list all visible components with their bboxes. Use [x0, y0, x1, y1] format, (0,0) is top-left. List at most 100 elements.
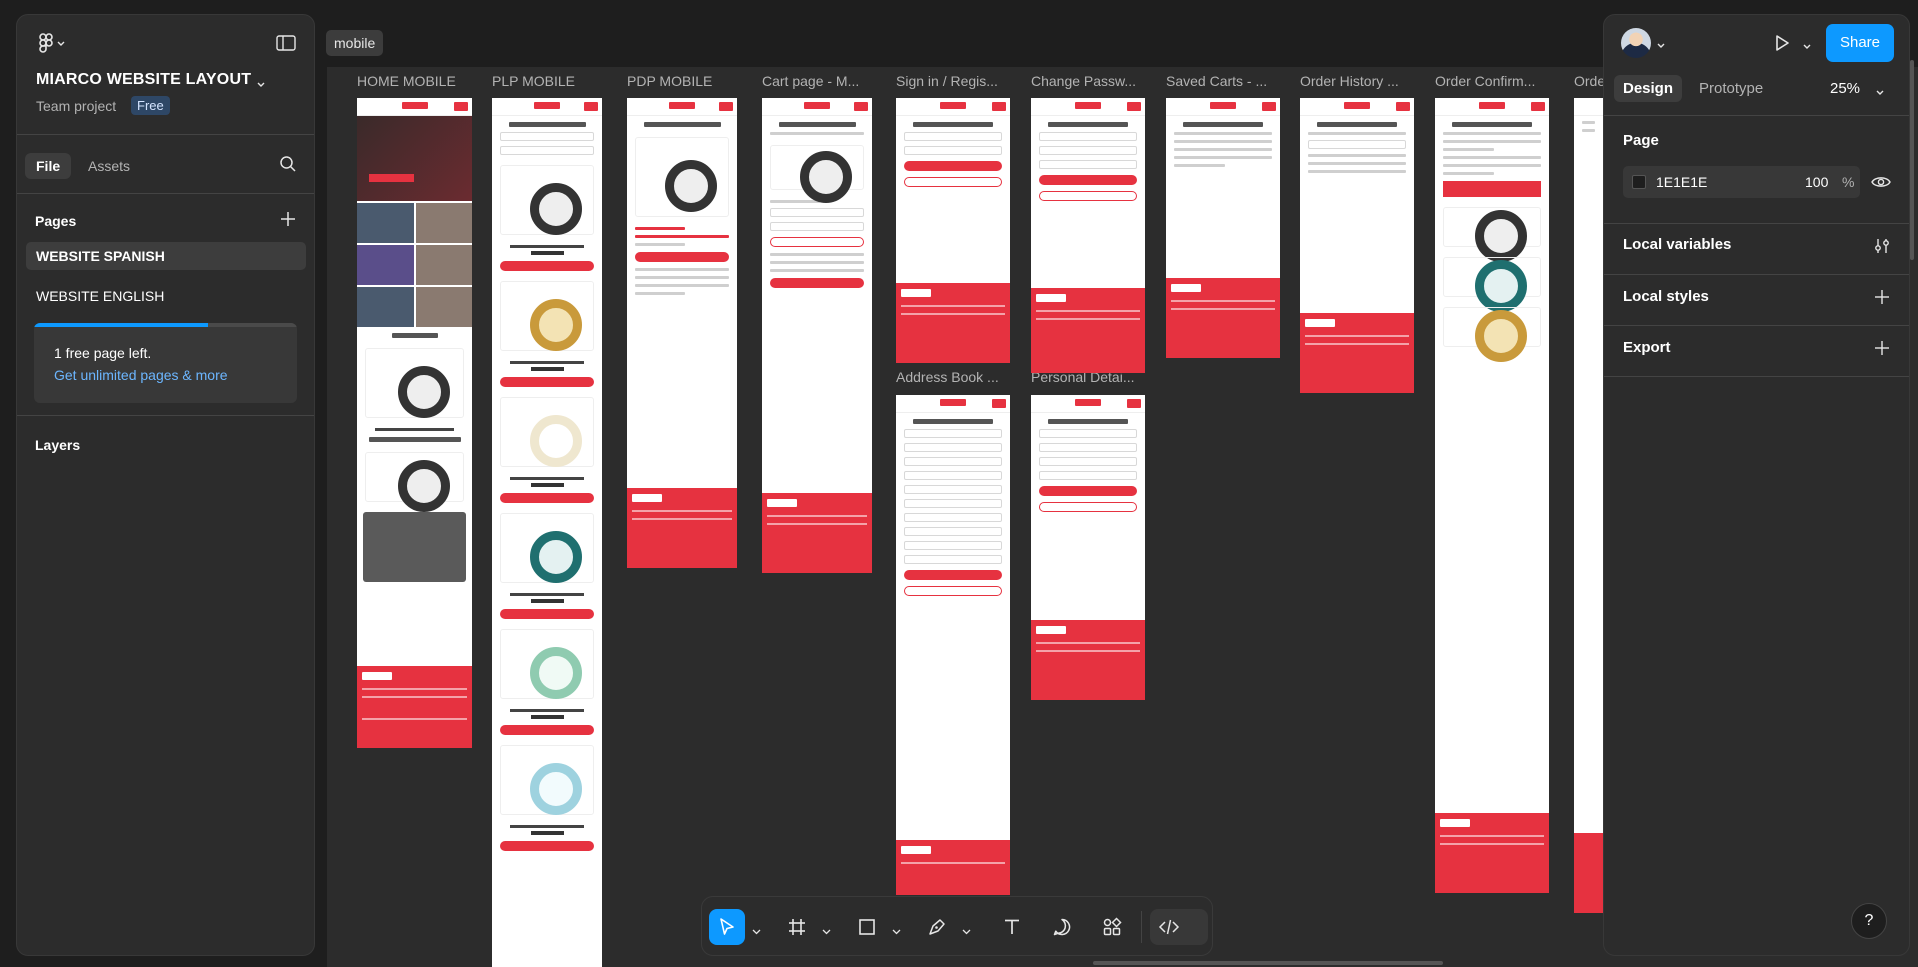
page-color-row[interactable]: 1E1E1E 100 % [1623, 166, 1860, 198]
stats-box [363, 512, 466, 582]
avatar[interactable] [1621, 28, 1651, 58]
divider [1604, 376, 1909, 377]
tab-assets[interactable]: Assets [88, 158, 130, 174]
divider [1604, 325, 1909, 326]
frame-footer [357, 666, 472, 748]
variables-settings-icon[interactable] [1873, 237, 1891, 255]
toolbar-divider [1141, 911, 1142, 943]
help-button[interactable]: ? [1851, 903, 1887, 939]
pages-heading: Pages [35, 213, 77, 229]
bottom-toolbar [701, 896, 1213, 956]
product-card [500, 281, 594, 351]
page-color-opacity[interactable]: 100 [1805, 174, 1828, 190]
frame-label-order-partial[interactable]: Orde [1574, 73, 1604, 89]
chevron-down-icon[interactable] [1802, 39, 1812, 49]
frame-label-home[interactable]: HOME MOBILE [357, 73, 472, 89]
frame-label-signin[interactable]: Sign in / Regis... [896, 73, 1006, 89]
share-button[interactable]: Share [1826, 24, 1894, 62]
divider [1604, 223, 1909, 224]
chevron-down-icon[interactable] [892, 923, 901, 935]
dev-mode-toggle[interactable] [1150, 909, 1208, 945]
add-style-icon[interactable] [1873, 288, 1891, 306]
add-page-icon[interactable] [278, 209, 298, 229]
pages-usage-fill [34, 323, 208, 327]
chevron-down-icon[interactable] [256, 77, 266, 87]
product-card [500, 745, 594, 815]
plan-badge: Free [131, 96, 170, 115]
frame-home-mobile[interactable] [357, 98, 472, 748]
frame-change-password-mobile[interactable] [1031, 98, 1145, 373]
left-panel: MIARCO WEBSITE LAYOUT Team project Free … [16, 14, 315, 956]
pen-tool-icon[interactable] [919, 909, 955, 945]
frame-signin-mobile[interactable] [896, 98, 1010, 363]
frame-tool-icon[interactable] [779, 909, 815, 945]
frame-cart-mobile[interactable] [762, 98, 872, 573]
page-item-website-english[interactable]: WEBSITE ENGLISH [26, 282, 306, 310]
frame-label-pdp[interactable]: PDP MOBILE [627, 73, 737, 89]
section-label[interactable]: mobile [326, 30, 384, 56]
add-export-icon[interactable] [1873, 339, 1891, 357]
search-icon[interactable] [278, 154, 298, 174]
team-label[interactable]: Team project [36, 98, 116, 114]
frame-order-history-mobile[interactable] [1300, 98, 1414, 393]
frame-pdp-mobile[interactable] [627, 98, 737, 568]
chevron-down-icon[interactable] [752, 923, 761, 935]
page-heading: Page [1623, 132, 1659, 149]
category-tiles [357, 203, 472, 327]
frame-order-partial[interactable] [1574, 98, 1603, 913]
left-panel-header: MIARCO WEBSITE LAYOUT Team project Free [17, 15, 314, 135]
product-card [365, 452, 464, 512]
product-card [500, 513, 594, 583]
toggle-sidebar-icon[interactable] [276, 35, 296, 51]
frame-header [357, 98, 472, 116]
zoom-level[interactable]: 25% [1830, 80, 1860, 97]
upgrade-box: 1 free page left. Get unlimited pages & … [34, 323, 297, 403]
tab-file[interactable]: File [25, 153, 72, 179]
chevron-down-icon[interactable] [1656, 38, 1666, 48]
frame-label-order-history[interactable]: Order History ... [1300, 73, 1410, 89]
frame-address-book-mobile[interactable] [896, 395, 1010, 895]
frame-label-cart[interactable]: Cart page - M... [762, 73, 872, 89]
chevron-down-icon[interactable] [822, 923, 831, 935]
horizontal-scrollbar[interactable] [1093, 961, 1443, 965]
upgrade-link[interactable]: Get unlimited pages & more [54, 367, 228, 383]
frame-plp-mobile[interactable] [492, 98, 602, 967]
text-tool-icon[interactable] [994, 909, 1030, 945]
tab-prototype[interactable]: Prototype [1699, 80, 1763, 97]
frame-saved-carts-mobile[interactable] [1166, 98, 1280, 358]
page-item-website-spanish[interactable]: WEBSITE SPANISH [26, 242, 306, 270]
present-play-icon[interactable] [1772, 33, 1792, 53]
frame-personal-details-mobile[interactable] [1031, 395, 1145, 700]
comment-tool-icon[interactable] [1044, 909, 1080, 945]
local-variables-heading[interactable]: Local variables [1623, 236, 1731, 253]
right-panel: Share Design Prototype 25% Page 1E1E1E 1… [1603, 14, 1910, 956]
tab-design[interactable]: Design [1614, 75, 1683, 102]
product-card [500, 629, 594, 699]
frame-label-address-book[interactable]: Address Book ... [896, 369, 1006, 385]
product-card [500, 397, 594, 467]
page-color-hex[interactable]: 1E1E1E [1656, 174, 1707, 190]
frame-order-confirm-mobile[interactable] [1435, 98, 1549, 893]
chevron-down-icon[interactable] [1875, 85, 1885, 95]
divider [1604, 274, 1909, 275]
product-image [635, 137, 729, 217]
project-title[interactable]: MIARCO WEBSITE LAYOUT [36, 71, 251, 89]
color-swatch[interactable] [1632, 175, 1646, 189]
frame-label-order-confirm[interactable]: Order Confirm... [1435, 73, 1545, 89]
local-styles-heading[interactable]: Local styles [1623, 288, 1709, 305]
eye-icon[interactable] [1871, 174, 1891, 190]
frame-label-change-password[interactable]: Change Passw... [1031, 73, 1141, 89]
pages-usage-bar [34, 323, 297, 327]
export-heading[interactable]: Export [1623, 339, 1671, 356]
vertical-scrollbar[interactable] [1910, 60, 1914, 260]
opacity-unit: % [1842, 174, 1855, 190]
frame-label-plp[interactable]: PLP MOBILE [492, 73, 602, 89]
frame-label-saved-carts[interactable]: Saved Carts - ... [1166, 73, 1276, 89]
chevron-down-icon[interactable] [962, 923, 971, 935]
actions-tool-icon[interactable] [1094, 909, 1130, 945]
divider [17, 415, 314, 416]
figma-menu-icon[interactable] [37, 33, 67, 55]
upgrade-text: 1 free page left. [54, 345, 152, 361]
move-tool-icon[interactable] [709, 909, 745, 945]
rectangle-tool-icon[interactable] [849, 909, 885, 945]
